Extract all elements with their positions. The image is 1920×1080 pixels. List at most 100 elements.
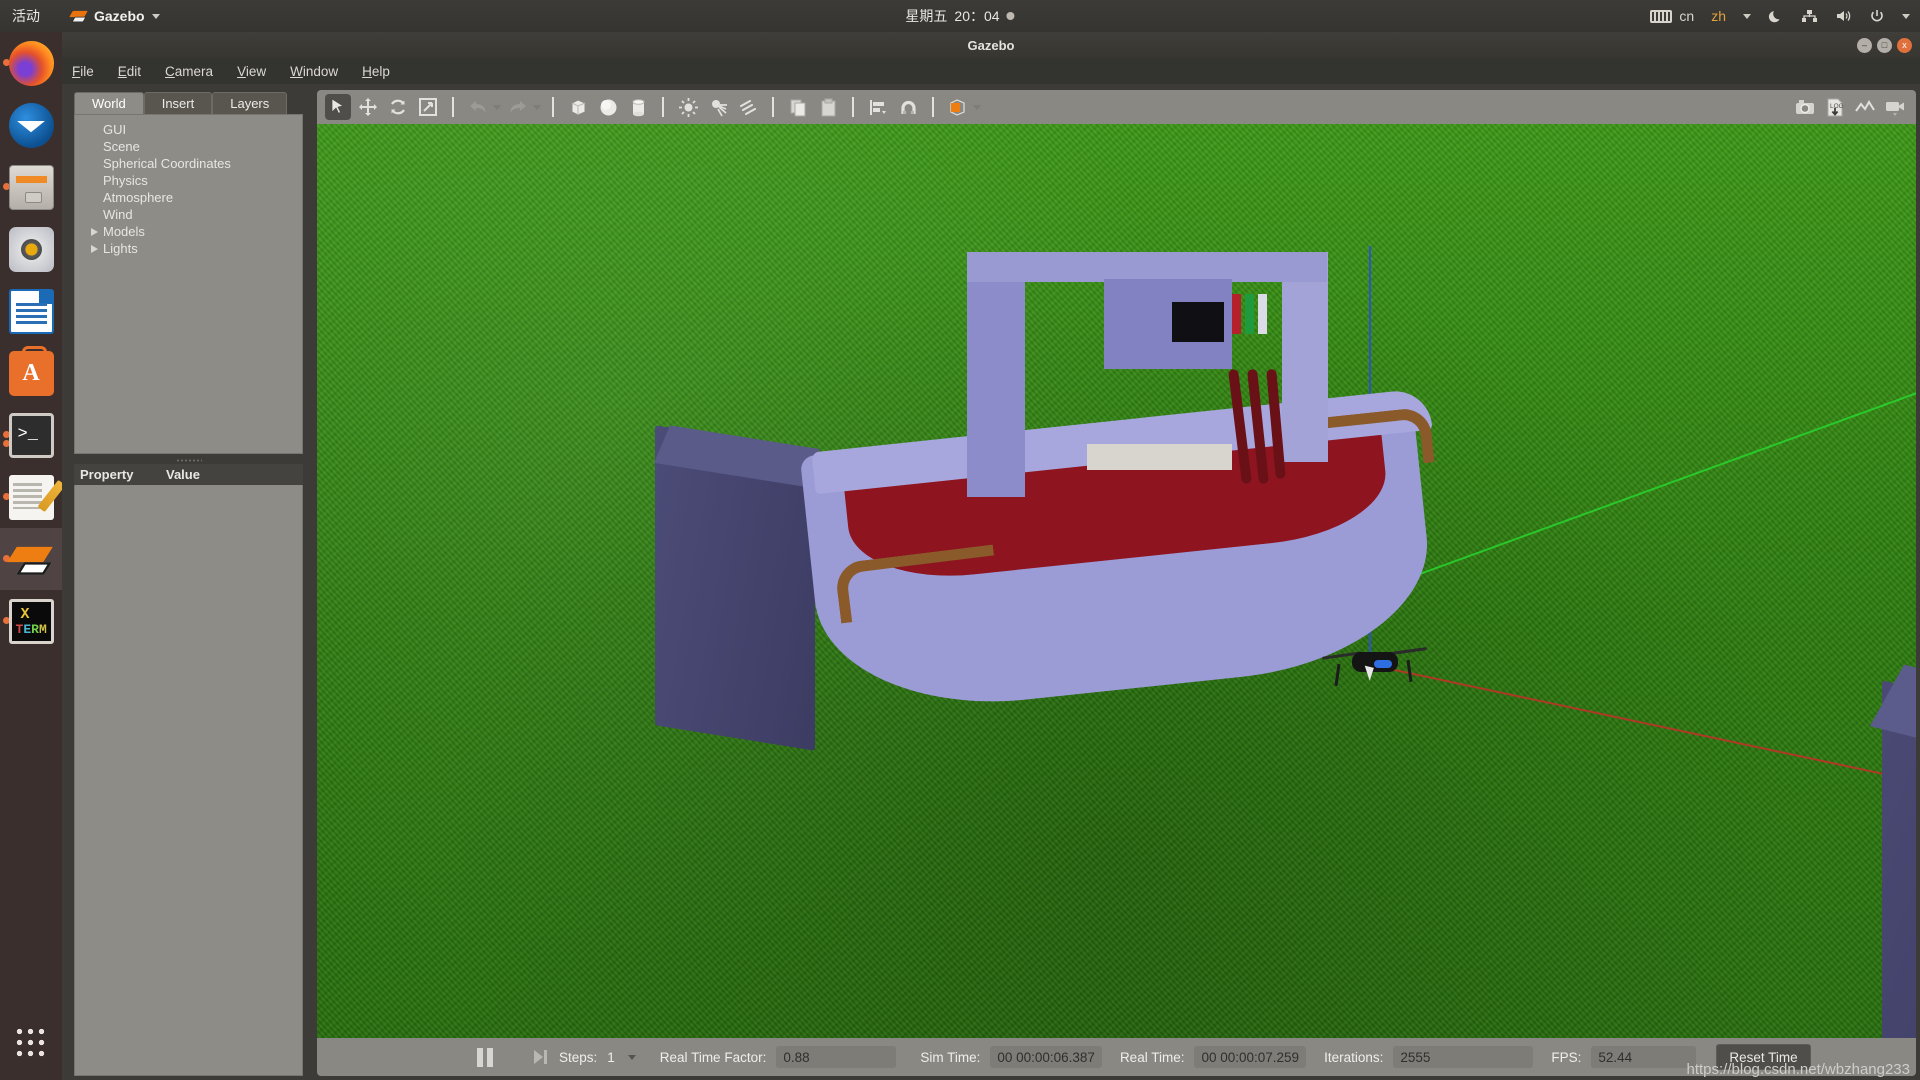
dock-item-text-editor[interactable] [0,466,62,528]
tree-item-label: Physics [103,173,148,188]
chevron-down-icon[interactable] [627,1054,636,1060]
tree-item-scene[interactable]: Scene [75,138,302,155]
dock-item-gazebo[interactable] [0,528,62,590]
insert-box-button[interactable] [565,94,591,120]
activities-button[interactable]: 活动 [12,6,40,26]
view-angle-cube-icon [950,98,965,116]
insert-directional-light-button[interactable] [735,94,761,120]
chevron-right-icon[interactable] [91,244,98,253]
volume-icon[interactable] [1835,8,1852,24]
moon-icon[interactable] [1768,8,1784,24]
tree-item-atmosphere[interactable]: Atmosphere [75,189,302,206]
real-time-factor-value: 0.88 [776,1046,897,1068]
tree-item-models[interactable]: Models [75,223,302,240]
chevron-down-icon[interactable] [1902,13,1910,19]
power-icon[interactable] [1869,8,1885,24]
dock-item-files[interactable] [0,156,62,218]
insert-point-light-button[interactable] [675,94,701,120]
chevron-down-icon[interactable] [973,104,981,110]
snap-button[interactable] [895,94,921,120]
tree-item-physics[interactable]: Physics [75,172,302,189]
notification-dot-icon [1006,12,1015,20]
minimize-button[interactable]: – [1857,37,1872,53]
magnet-icon [900,100,916,114]
dock-item-firefox[interactable] [0,32,62,94]
gazebo-cube-icon [69,8,88,25]
tree-item-label: GUI [103,122,127,137]
chevron-right-icon[interactable] [91,227,98,236]
pause-button[interactable] [477,1047,493,1067]
property-table-header: Property Value [74,464,303,485]
paste-button[interactable] [815,94,841,120]
redo-button[interactable] [505,94,531,120]
tree-item-gui[interactable]: GUI [75,121,302,138]
video-record-button[interactable] [1882,94,1908,120]
select-mode-button[interactable] [325,94,351,120]
boat-tower-crossbeam [967,252,1327,282]
drone-model[interactable] [1321,636,1427,688]
splitter-grip-icon [175,459,202,462]
text-editor-icon [8,474,54,520]
log-data-button[interactable]: LOG [1822,94,1848,120]
tree-item-label: Atmosphere [103,190,174,205]
menu-view[interactable]: View [237,64,266,79]
chevron-down-icon[interactable] [533,104,541,110]
dock-item-thunderbird[interactable] [0,94,62,156]
tab-layers[interactable]: Layers [212,92,288,114]
files-icon [8,164,54,210]
network-icon[interactable] [1801,8,1818,24]
chevron-down-icon [1743,13,1751,19]
paste-icon [821,98,835,116]
panel-splitter[interactable] [74,457,303,464]
toolbar-separator [932,97,934,117]
clock-time: 20：04 [954,8,1000,24]
view-angle-button[interactable] [945,94,971,120]
tab-world[interactable]: World [74,92,144,114]
cylinder-icon [632,98,644,116]
language-indicator[interactable]: zh [1711,8,1726,24]
dock-item-terminal[interactable] [0,404,62,466]
step-forward-icon [534,1050,547,1064]
tree-item-spherical-coordinates[interactable]: Spherical Coordinates [75,155,302,172]
chevron-down-icon[interactable] [493,104,501,110]
menu-edit[interactable]: Edit [118,64,141,79]
menu-help[interactable]: Help [362,64,390,79]
screenshot-button[interactable] [1792,94,1818,120]
rotate-mode-button[interactable] [385,94,411,120]
maximize-button[interactable]: □ [1877,37,1892,53]
plot-button[interactable] [1852,94,1878,120]
show-applications-button[interactable] [0,1012,62,1074]
property-table-body[interactable] [74,485,303,1076]
keyboard-icon[interactable] [1650,9,1673,23]
3d-viewport[interactable] [317,124,1916,1038]
dock-item-ubuntu-software[interactable] [0,342,62,404]
tree-item-wind[interactable]: Wind [75,206,302,223]
step-button[interactable] [531,1048,549,1066]
menu-help-rest: elp [371,63,390,79]
steps-value[interactable]: 1 [607,1050,615,1065]
app-menu-button[interactable]: Gazebo [69,8,160,25]
dock-item-rhythmbox[interactable] [0,218,62,280]
insert-sphere-button[interactable] [595,94,621,120]
copy-button[interactable] [785,94,811,120]
system-tray: cn zh [1650,8,1910,24]
translate-mode-button[interactable] [355,94,381,120]
dock-item-xterm[interactable]: X TERM [0,590,62,652]
scale-mode-button[interactable] [415,94,441,120]
tree-item-label: Lights [103,241,138,256]
world-tree[interactable]: GUI Scene Spherical Coordinates Physics … [74,114,303,454]
align-button[interactable] [865,94,891,120]
tab-insert[interactable]: Insert [143,92,213,114]
close-button[interactable]: x [1897,37,1912,53]
tree-item-lights[interactable]: Lights [75,240,302,257]
undo-button[interactable] [465,94,491,120]
clock-button[interactable]: 星期五 20：04 [905,6,1015,26]
menu-window[interactable]: Window [290,64,338,79]
insert-spot-light-button[interactable] [705,94,731,120]
insert-cylinder-button[interactable] [625,94,651,120]
dock-item-libreoffice-writer[interactable] [0,280,62,342]
menu-camera[interactable]: Camera [165,64,213,79]
menu-file[interactable]: File [72,64,94,79]
boat-panel-white [1258,294,1267,334]
unity-launcher-dock: X TERM [0,32,62,1080]
